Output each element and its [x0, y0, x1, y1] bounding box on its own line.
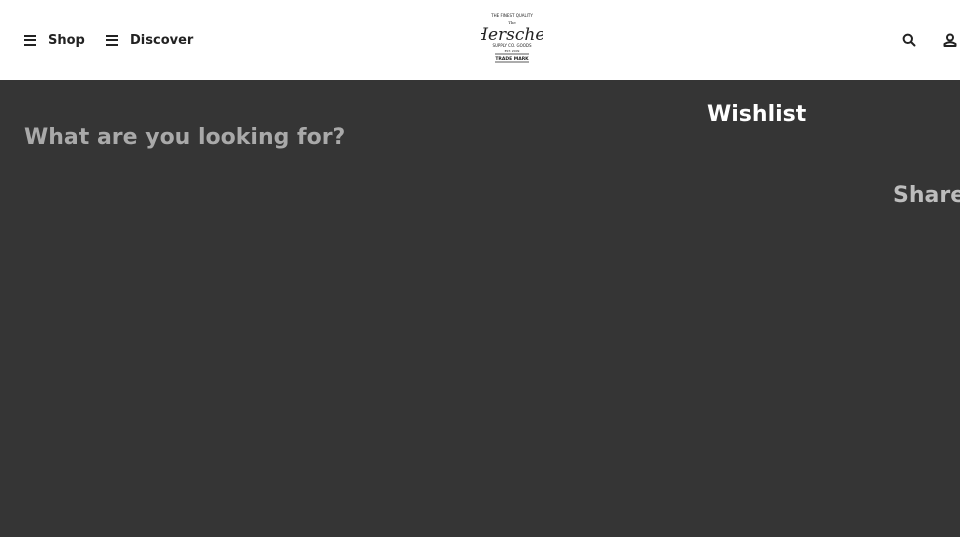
search-icon	[902, 33, 916, 47]
logo-subtitle-text: SUPPLY CO. GOODS	[492, 43, 532, 48]
share-button[interactable]: Share	[893, 183, 960, 208]
shop-menu-button[interactable]: Shop	[24, 30, 85, 50]
herschel-logo[interactable]: THE FINEST QUALITY The Herschel SUPPLY C…	[472, 10, 551, 66]
account-icon	[943, 33, 957, 47]
discover-label: Discover	[130, 32, 194, 48]
logo-est-text: EST. 2009	[505, 49, 520, 53]
account-button[interactable]	[940, 30, 960, 50]
logo-trademark-text: TRADE MARK	[495, 56, 529, 62]
logo-brand-text: Herschel	[481, 25, 543, 45]
herschel-logo-mark: THE FINEST QUALITY The Herschel SUPPLY C…	[472, 13, 551, 63]
search-input[interactable]: What are you looking for?	[24, 125, 345, 150]
shop-label: Shop	[48, 32, 85, 48]
discover-menu-button[interactable]: Discover	[106, 30, 193, 50]
site-header: Shop Discover THE FINEST QUALITY The Her…	[0, 0, 960, 80]
wishlist-title: Wishlist	[707, 102, 807, 127]
search-button[interactable]	[899, 30, 919, 50]
logo-top-text: THE FINEST QUALITY	[490, 13, 533, 18]
hamburger-icon	[106, 34, 118, 46]
hamburger-icon	[24, 34, 36, 46]
